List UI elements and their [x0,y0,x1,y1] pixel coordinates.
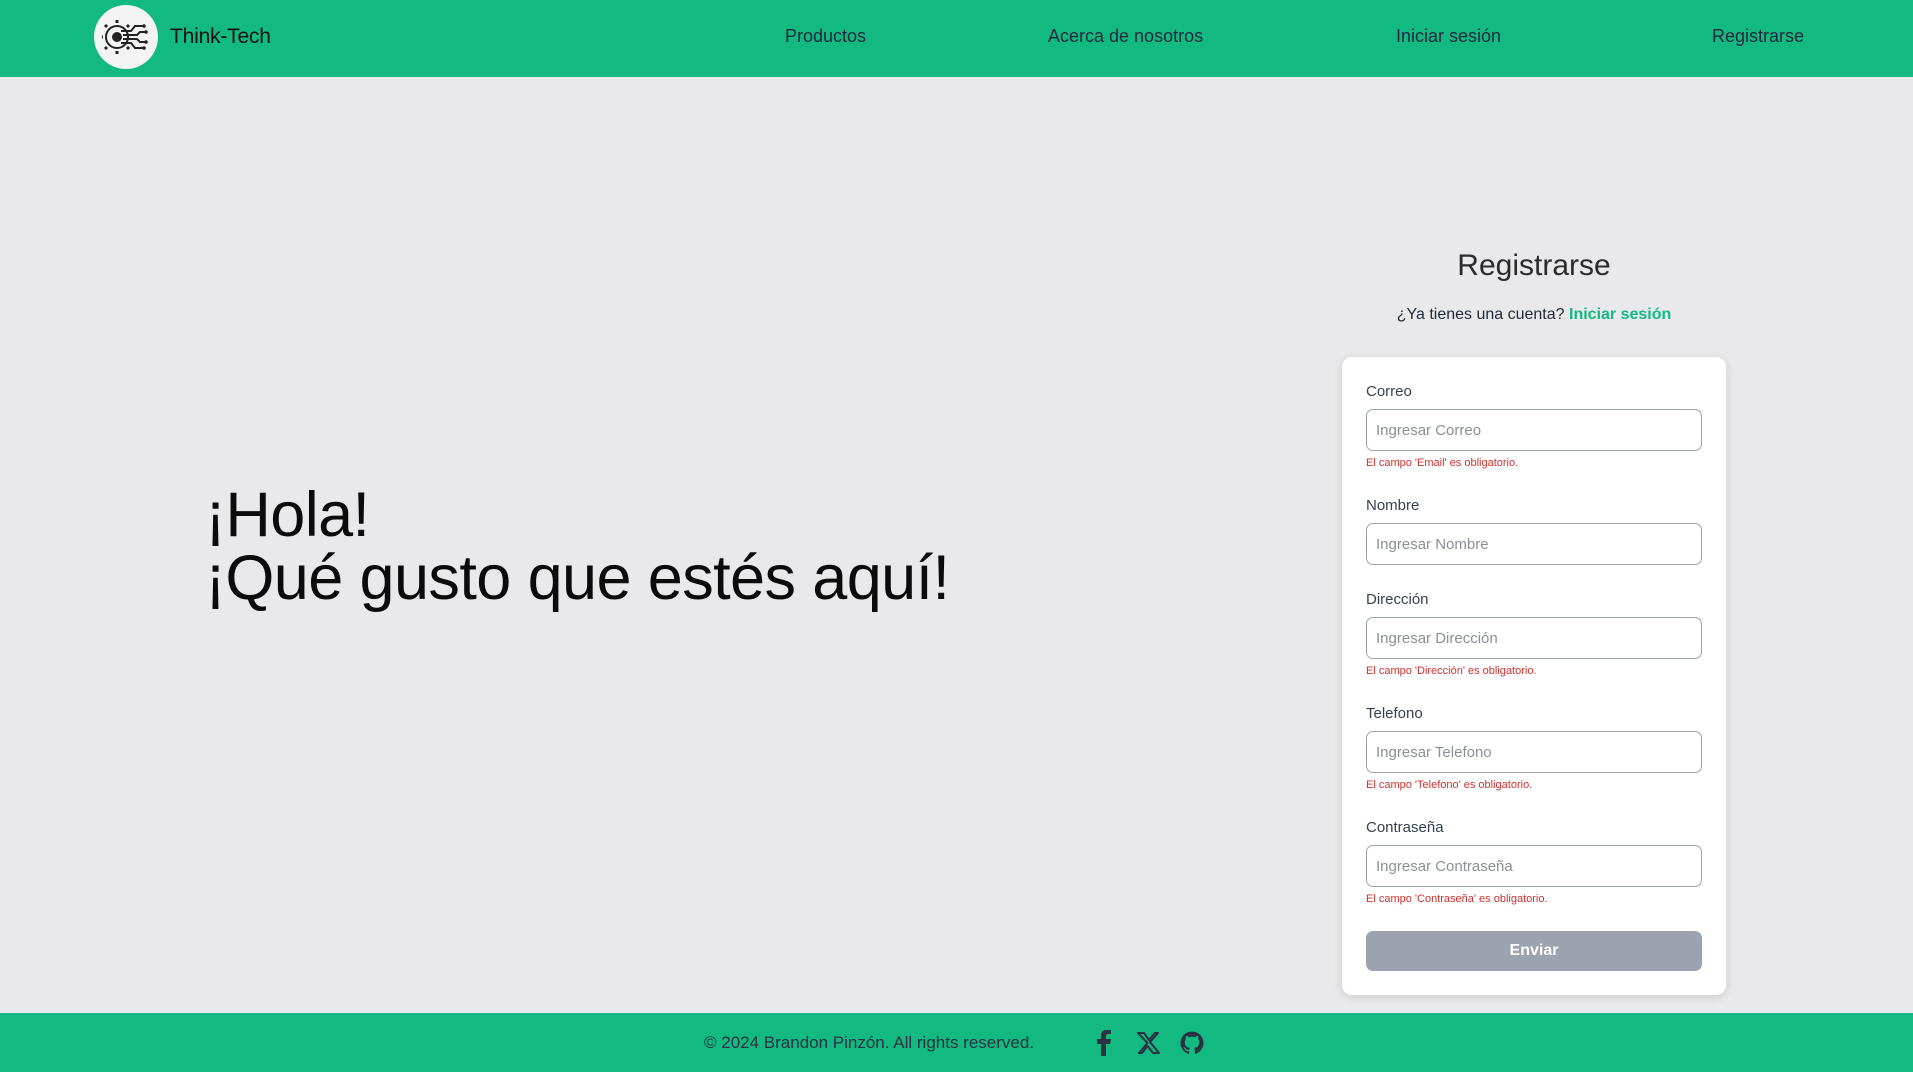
contrasena-input[interactable] [1366,845,1702,887]
hero-line-2: ¡Qué gusto que estés aquí! [205,543,950,613]
register-form-card: Correo El campo 'Email' es obligatorio. … [1342,357,1726,995]
field-direccion: Dirección El campo 'Dirección' es obliga… [1366,591,1702,678]
direccion-input[interactable] [1366,617,1702,659]
field-nombre: Nombre [1366,497,1702,565]
footer: © 2024 Brandon Pinzón. All rights reserv… [0,1013,1913,1072]
top-navbar: Think-Tech Productos Acerca de nosotros … [0,0,1913,77]
field-telefono: Telefono El campo 'Telefono' es obligato… [1366,705,1702,792]
nombre-label: Nombre [1366,497,1420,514]
facebook-icon[interactable] [1090,1029,1118,1057]
submit-button[interactable]: Enviar [1366,931,1702,971]
copyright-text: © 2024 Brandon Pinzón. All rights reserv… [704,1033,1035,1052]
github-icon[interactable] [1178,1029,1206,1057]
form-title: Registrarse [1457,249,1611,282]
direccion-error: El campo 'Dirección' es obligatorio. [1366,665,1537,677]
contrasena-label: Contraseña [1366,819,1444,836]
main-content: ¡Hola! ¡Qué gusto que estés aquí! Regist… [0,77,1913,1013]
nav-productos[interactable]: Productos [785,26,866,47]
logo [94,5,158,69]
nav-registrarse[interactable]: Registrarse [1712,26,1804,47]
telefono-error: El campo 'Telefono' es obligatorio. [1366,779,1533,791]
x-twitter-icon[interactable] [1134,1029,1162,1057]
correo-label: Correo [1366,383,1412,400]
correo-error: El campo 'Email' es obligatorio. [1366,457,1519,469]
contrasena-error: El campo 'Contraseña' es obligatorio. [1366,893,1548,905]
telefono-input[interactable] [1366,731,1702,773]
hero-greeting: ¡Hola! ¡Qué gusto que estés aquí! [205,480,950,613]
correo-input[interactable] [1366,409,1702,451]
brand[interactable]: Think-Tech [94,5,271,69]
have-account-label: ¿Ya tienes una cuenta? [1396,306,1565,323]
nav-acerca-de-nosotros[interactable]: Acerca de nosotros [1048,26,1203,47]
login-link[interactable]: Iniciar sesión [1569,306,1671,323]
hero-line-1: ¡Hola! [205,480,370,550]
have-account-text: ¿Ya tienes una cuenta? Iniciar sesión [1342,306,1726,324]
nombre-input[interactable] [1366,523,1702,565]
gear-circuit-logo-icon [102,20,148,54]
direccion-label: Dirección [1366,591,1429,608]
brand-name: Think-Tech [170,25,271,48]
field-correo: Correo El campo 'Email' es obligatorio. [1366,383,1702,470]
telefono-label: Telefono [1366,705,1423,722]
nav-iniciar-sesion[interactable]: Iniciar sesión [1396,26,1501,47]
field-contrasena: Contraseña El campo 'Contraseña' es obli… [1366,819,1702,906]
